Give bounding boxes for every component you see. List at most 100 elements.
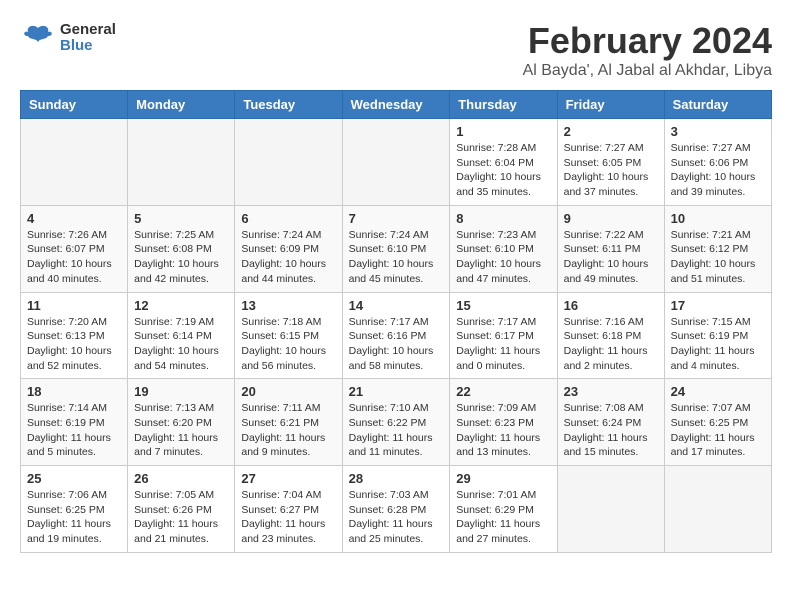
calendar-cell: 16Sunrise: 7:16 AM Sunset: 6:18 PM Dayli…: [557, 292, 664, 379]
calendar-cell: 2Sunrise: 7:27 AM Sunset: 6:05 PM Daylig…: [557, 119, 664, 206]
calendar-week-5: 25 Sunrise: 7:06 AM Sunset: 6:25 PM Dayli…: [21, 466, 772, 553]
day-number: 14: [349, 298, 444, 313]
calendar-cell: 7 Sunrise: 7:24 AM Sunset: 6:10 PM Daylig…: [342, 205, 450, 292]
day-number: 24: [671, 384, 765, 399]
weekday-tuesday: Tuesday: [235, 91, 342, 119]
calendar-cell: 8 Sunrise: 7:23 AM Sunset: 6:10 PM Daylig…: [450, 205, 557, 292]
calendar-cell: 19Sunrise: 7:13 AM Sunset: 6:20 PM Dayli…: [128, 379, 235, 466]
day-number: 27: [241, 471, 335, 486]
calendar-cell: 1 Sunrise: 7:28 AM Sunset: 6:04 PM Daylig…: [450, 119, 557, 206]
day-info: Sunrise: 7:06 AM Sunset: 6:25 PM Dayligh…: [27, 488, 121, 547]
day-number: 25: [27, 471, 121, 486]
day-info: Sunrise: 7:14 AM Sunset: 6:19 PM Dayligh…: [27, 401, 121, 460]
day-number: 20: [241, 384, 335, 399]
calendar-cell: 9 Sunrise: 7:22 AM Sunset: 6:11 PM Daylig…: [557, 205, 664, 292]
calendar-cell: [235, 119, 342, 206]
day-info: Sunrise: 7:13 AM Sunset: 6:20 PM Dayligh…: [134, 401, 228, 460]
calendar-cell: 12 Sunrise: 7:19 AM Sunset: 6:14 PM Dayli…: [128, 292, 235, 379]
day-info: Sunrise: 7:09 AM Sunset: 6:23 PM Dayligh…: [456, 401, 550, 460]
day-info: Sunrise: 7:11 AM Sunset: 6:21 PM Dayligh…: [241, 401, 335, 460]
calendar-cell: 21 Sunrise: 7:10 AM Sunset: 6:22 PM Dayli…: [342, 379, 450, 466]
weekday-sunday: Sunday: [21, 91, 128, 119]
logo: General Blue: [20, 20, 116, 56]
day-info: Sunrise: 7:04 AM Sunset: 6:27 PM Dayligh…: [241, 488, 335, 547]
day-number: 28: [349, 471, 444, 486]
calendar-cell: 4Sunrise: 7:26 AM Sunset: 6:07 PM Daylig…: [21, 205, 128, 292]
day-number: 29: [456, 471, 550, 486]
logo-line2: Blue: [60, 38, 116, 55]
day-number: 22: [456, 384, 550, 399]
day-number: 5: [134, 211, 228, 226]
logo-bird-icon: [20, 20, 56, 56]
weekday-friday: Friday: [557, 91, 664, 119]
day-info: Sunrise: 7:22 AM Sunset: 6:11 PM Dayligh…: [564, 228, 658, 287]
day-info: Sunrise: 7:23 AM Sunset: 6:10 PM Dayligh…: [456, 228, 550, 287]
day-number: 18: [27, 384, 121, 399]
calendar-cell: 24 Sunrise: 7:07 AM Sunset: 6:25 PM Dayli…: [664, 379, 771, 466]
calendar-cell: [128, 119, 235, 206]
page-subtitle: Al Bayda', Al Jabal al Akhdar, Libya: [523, 62, 772, 80]
day-info: Sunrise: 7:19 AM Sunset: 6:14 PM Dayligh…: [134, 315, 228, 374]
day-number: 12: [134, 298, 228, 313]
calendar-week-1: 1 Sunrise: 7:28 AM Sunset: 6:04 PM Daylig…: [21, 119, 772, 206]
weekday-wednesday: Wednesday: [342, 91, 450, 119]
day-info: Sunrise: 7:10 AM Sunset: 6:22 PM Dayligh…: [349, 401, 444, 460]
calendar-cell: 10 Sunrise: 7:21 AM Sunset: 6:12 PM Dayli…: [664, 205, 771, 292]
calendar-cell: 6 Sunrise: 7:24 AM Sunset: 6:09 PM Daylig…: [235, 205, 342, 292]
day-info: Sunrise: 7:17 AM Sunset: 6:17 PM Dayligh…: [456, 315, 550, 374]
day-info: Sunrise: 7:18 AM Sunset: 6:15 PM Dayligh…: [241, 315, 335, 374]
calendar-cell: [342, 119, 450, 206]
day-number: 6: [241, 211, 335, 226]
day-info: Sunrise: 7:20 AM Sunset: 6:13 PM Dayligh…: [27, 315, 121, 374]
weekday-saturday: Saturday: [664, 91, 771, 119]
calendar-cell: 29 Sunrise: 7:01 AM Sunset: 6:29 PM Dayli…: [450, 466, 557, 553]
page-header: General Blue February 2024 Al Bayda', Al…: [20, 20, 772, 80]
day-number: 15: [456, 298, 550, 313]
logo-line1: General: [60, 22, 116, 39]
day-number: 23: [564, 384, 658, 399]
calendar-cell: 26 Sunrise: 7:05 AM Sunset: 6:26 PM Dayli…: [128, 466, 235, 553]
calendar-cell: [664, 466, 771, 553]
day-number: 10: [671, 211, 765, 226]
day-number: 3: [671, 124, 765, 139]
day-info: Sunrise: 7:27 AM Sunset: 6:06 PM Dayligh…: [671, 141, 765, 200]
calendar-cell: [557, 466, 664, 553]
day-number: 8: [456, 211, 550, 226]
day-info: Sunrise: 7:07 AM Sunset: 6:25 PM Dayligh…: [671, 401, 765, 460]
day-number: 21: [349, 384, 444, 399]
calendar-cell: 23Sunrise: 7:08 AM Sunset: 6:24 PM Dayli…: [557, 379, 664, 466]
calendar-cell: 17Sunrise: 7:15 AM Sunset: 6:19 PM Dayli…: [664, 292, 771, 379]
page-title: February 2024: [523, 20, 772, 62]
day-info: Sunrise: 7:01 AM Sunset: 6:29 PM Dayligh…: [456, 488, 550, 547]
day-number: 11: [27, 298, 121, 313]
calendar-cell: 11 Sunrise: 7:20 AM Sunset: 6:13 PM Dayli…: [21, 292, 128, 379]
day-info: Sunrise: 7:27 AM Sunset: 6:05 PM Dayligh…: [564, 141, 658, 200]
day-info: Sunrise: 7:03 AM Sunset: 6:28 PM Dayligh…: [349, 488, 444, 547]
day-number: 9: [564, 211, 658, 226]
day-info: Sunrise: 7:28 AM Sunset: 6:04 PM Dayligh…: [456, 141, 550, 200]
day-info: Sunrise: 7:21 AM Sunset: 6:12 PM Dayligh…: [671, 228, 765, 287]
day-info: Sunrise: 7:17 AM Sunset: 6:16 PM Dayligh…: [349, 315, 444, 374]
calendar-cell: 14 Sunrise: 7:17 AM Sunset: 6:16 PM Dayli…: [342, 292, 450, 379]
calendar-cell: 15 Sunrise: 7:17 AM Sunset: 6:17 PM Dayli…: [450, 292, 557, 379]
title-block: February 2024 Al Bayda', Al Jabal al Akh…: [523, 20, 772, 80]
calendar-week-2: 4Sunrise: 7:26 AM Sunset: 6:07 PM Daylig…: [21, 205, 772, 292]
logo-container: General Blue: [20, 20, 116, 56]
calendar-week-3: 11 Sunrise: 7:20 AM Sunset: 6:13 PM Dayli…: [21, 292, 772, 379]
calendar-week-4: 18 Sunrise: 7:14 AM Sunset: 6:19 PM Dayli…: [21, 379, 772, 466]
calendar-cell: 25 Sunrise: 7:06 AM Sunset: 6:25 PM Dayli…: [21, 466, 128, 553]
calendar-cell: 22 Sunrise: 7:09 AM Sunset: 6:23 PM Dayli…: [450, 379, 557, 466]
day-info: Sunrise: 7:25 AM Sunset: 6:08 PM Dayligh…: [134, 228, 228, 287]
day-info: Sunrise: 7:24 AM Sunset: 6:10 PM Dayligh…: [349, 228, 444, 287]
day-info: Sunrise: 7:05 AM Sunset: 6:26 PM Dayligh…: [134, 488, 228, 547]
day-number: 17: [671, 298, 765, 313]
day-number: 7: [349, 211, 444, 226]
day-number: 4: [27, 211, 121, 226]
calendar-cell: 13 Sunrise: 7:18 AM Sunset: 6:15 PM Dayli…: [235, 292, 342, 379]
calendar-cell: 28 Sunrise: 7:03 AM Sunset: 6:28 PM Dayli…: [342, 466, 450, 553]
day-number: 26: [134, 471, 228, 486]
day-number: 13: [241, 298, 335, 313]
day-number: 1: [456, 124, 550, 139]
day-info: Sunrise: 7:24 AM Sunset: 6:09 PM Dayligh…: [241, 228, 335, 287]
calendar-body: 1 Sunrise: 7:28 AM Sunset: 6:04 PM Daylig…: [21, 119, 772, 553]
